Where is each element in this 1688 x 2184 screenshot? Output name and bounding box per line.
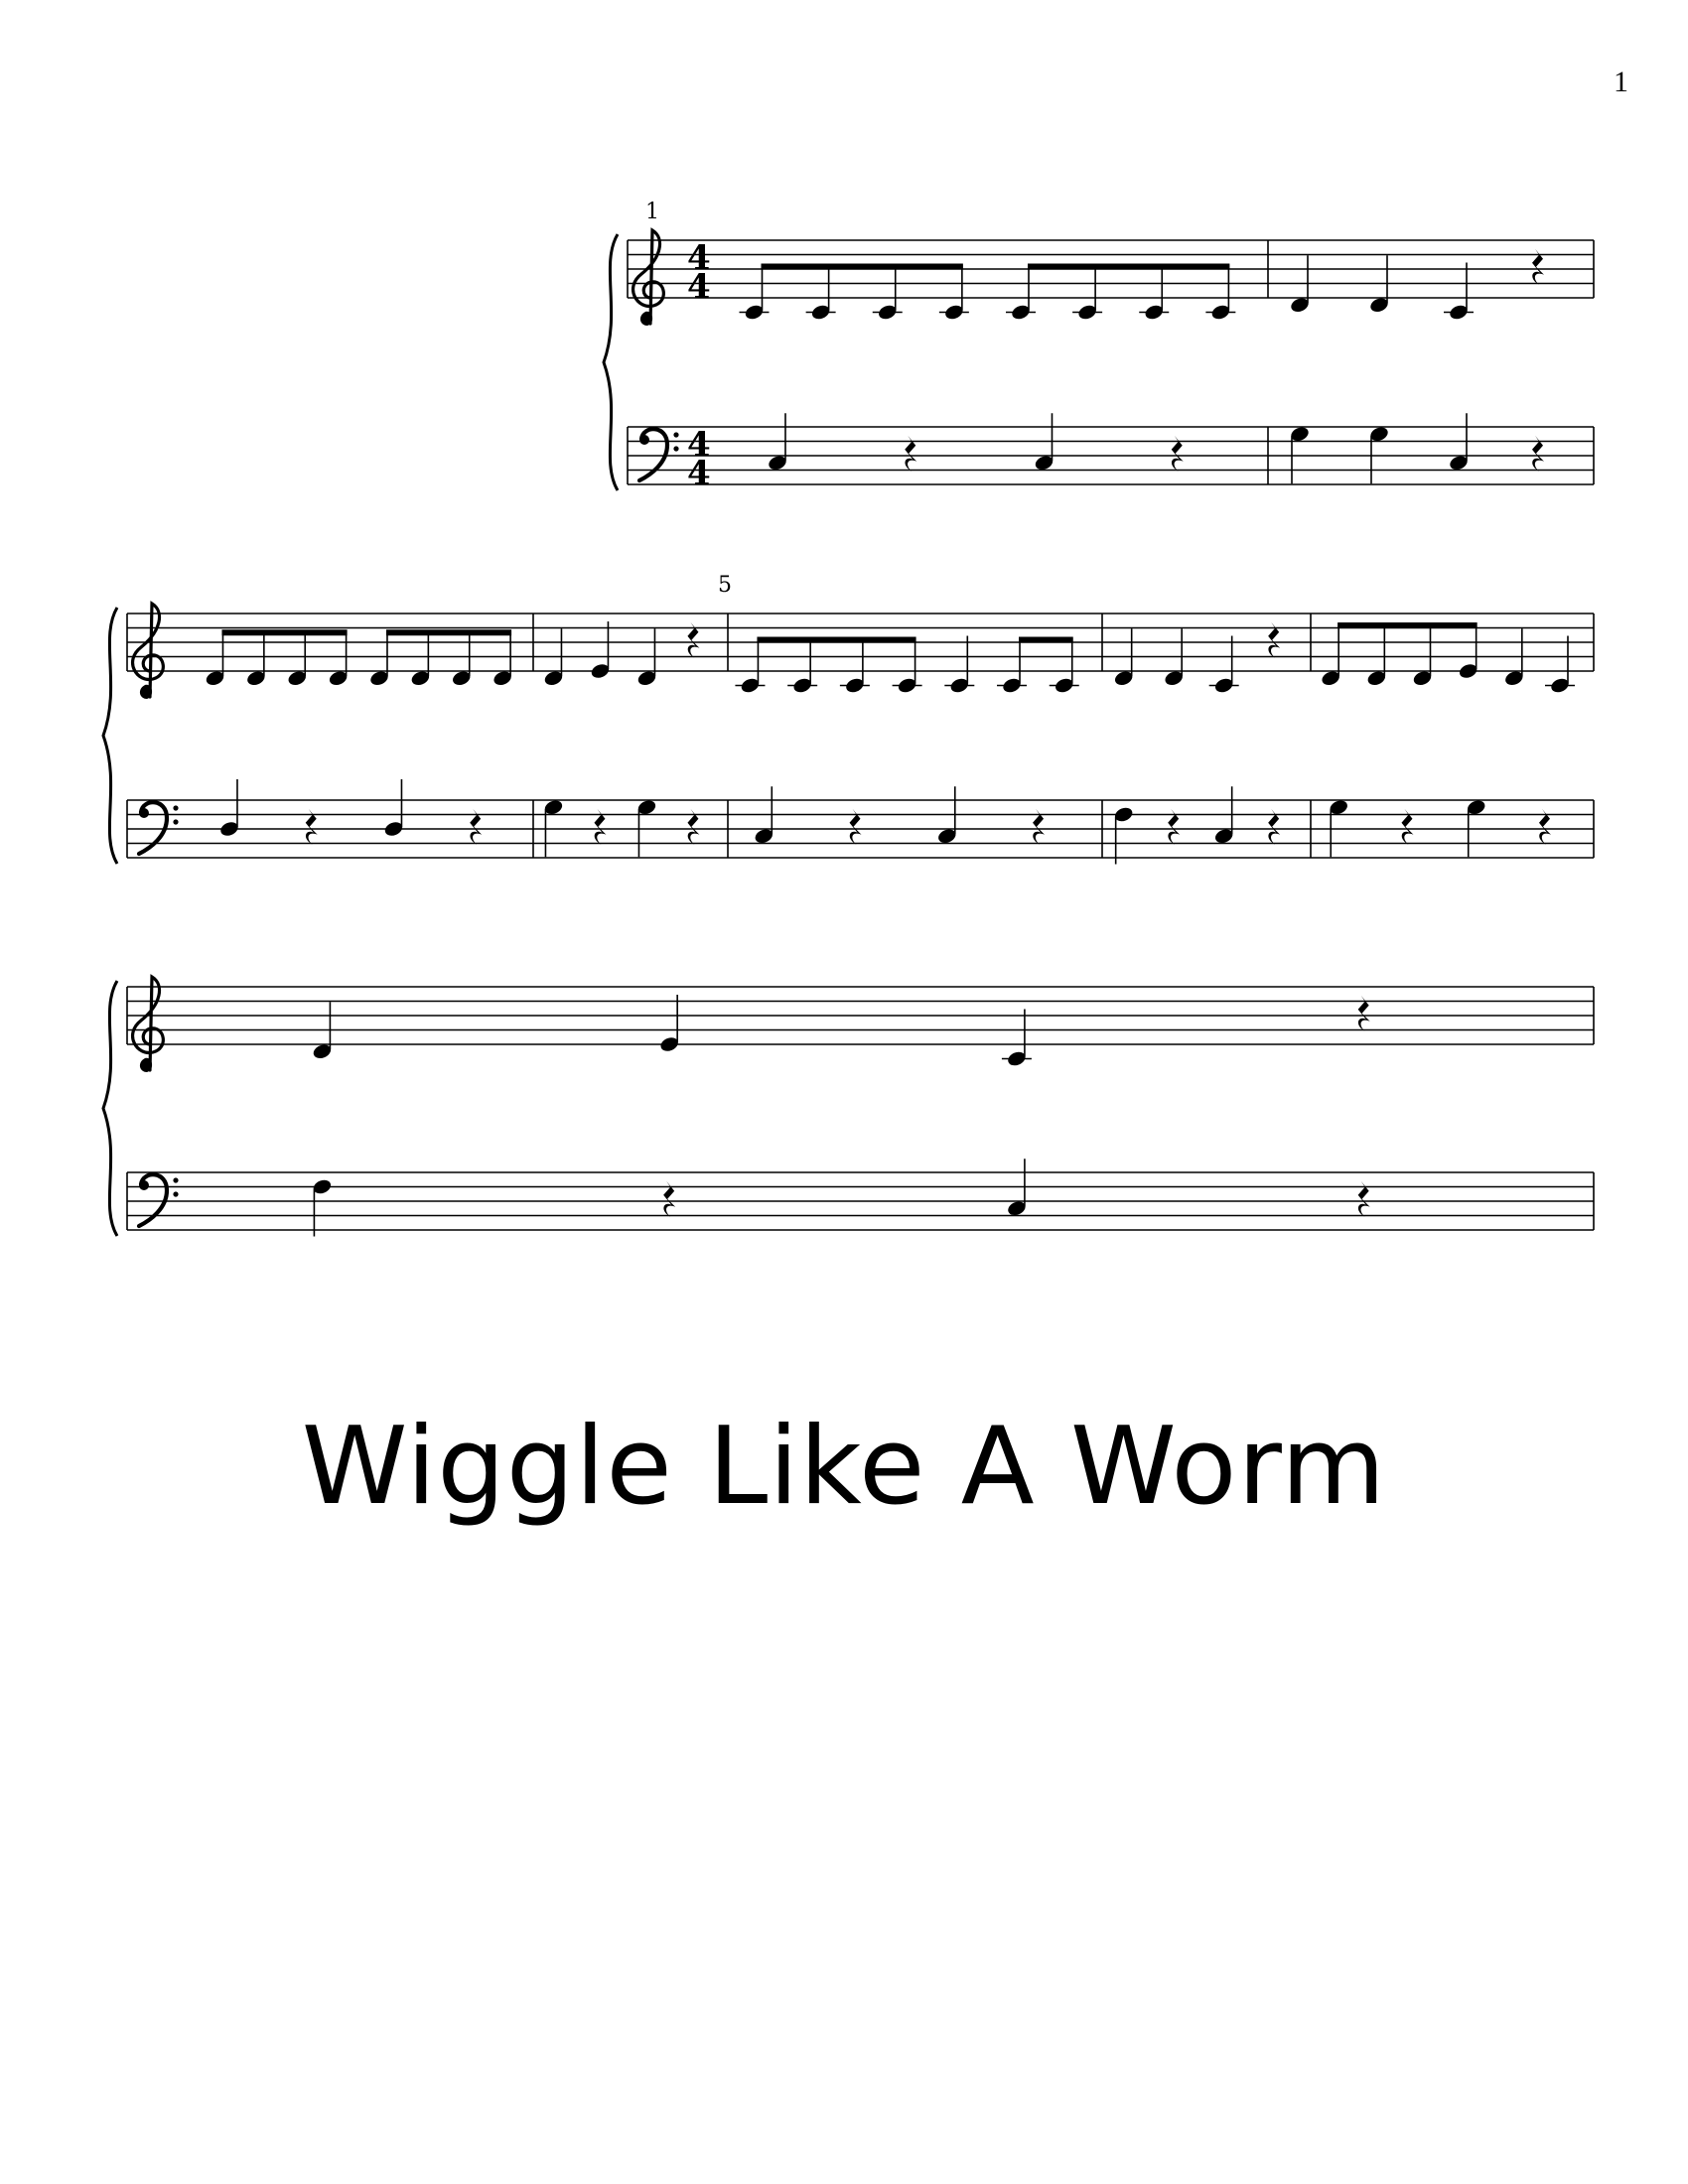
bass-clef-part	[673, 446, 679, 452]
bass-clef-part	[173, 805, 179, 811]
bass-clef-part	[673, 432, 679, 438]
music-score: 444415	[101, 200, 1595, 1237]
note-beam	[757, 636, 916, 643]
system-brace	[101, 980, 119, 1237]
bass-clef-icon	[636, 427, 679, 483]
treble-clef-part	[130, 601, 165, 699]
note-beam	[1019, 636, 1073, 643]
system-brace	[602, 233, 620, 491]
treble-clef-icon	[130, 974, 165, 1072]
song-title: Wiggle Like A Worm	[301, 1405, 1387, 1529]
treble-clef-part	[631, 227, 665, 326]
note-beam	[221, 629, 348, 636]
note-beam	[385, 629, 512, 636]
measure-number: 5	[718, 573, 732, 598]
bass-clef-icon	[136, 1172, 179, 1229]
note-beam	[1027, 263, 1230, 270]
bass-clef-part	[173, 819, 179, 825]
treble-clef-part	[130, 974, 165, 1072]
note-beam	[1337, 622, 1477, 628]
time-signature-denominator: 4	[687, 454, 711, 493]
system-brace	[101, 607, 119, 865]
treble-clef-icon	[130, 601, 165, 699]
bass-clef-part	[139, 1180, 149, 1190]
bass-clef-part	[173, 1191, 179, 1197]
bass-clef-part	[139, 808, 149, 818]
time-signature-denominator: 4	[687, 267, 711, 307]
note-beam	[761, 263, 963, 270]
bass-clef-part	[173, 1177, 179, 1183]
measure-number: 1	[645, 200, 659, 224]
treble-clef-icon	[631, 227, 665, 326]
bass-clef-icon	[136, 800, 179, 857]
bass-clef-part	[639, 435, 649, 445]
